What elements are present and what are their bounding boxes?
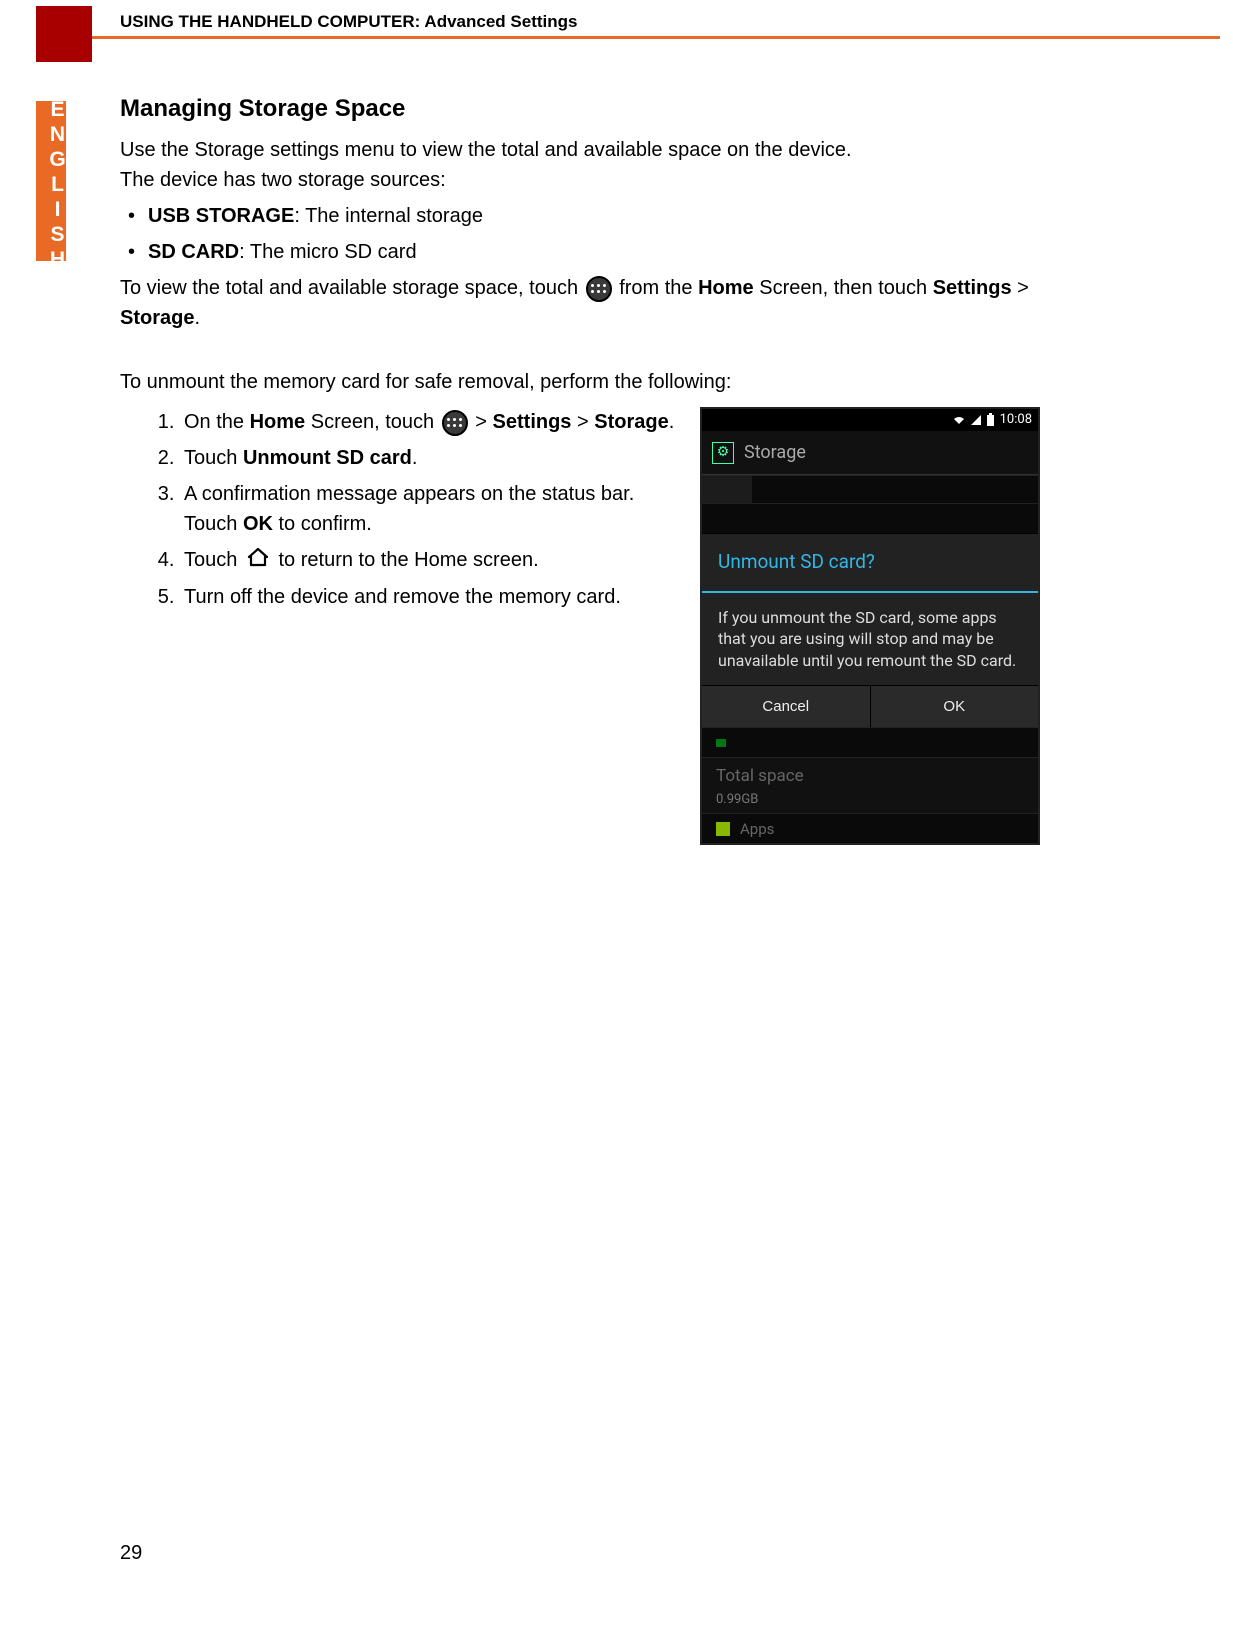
dialog-ok-button[interactable]: OK	[871, 686, 1039, 727]
signal-icon	[971, 415, 981, 425]
header-rule	[92, 36, 1220, 39]
step-item: Touch Unmount SD card.	[180, 443, 676, 473]
phone-apps-row: Apps	[702, 813, 1038, 843]
step-item: Touch to return to the Home screen.	[180, 545, 676, 576]
apps-icon	[586, 276, 612, 302]
unmount-intro: To unmount the memory card for safe remo…	[120, 367, 1040, 397]
step-item: On the Home Screen, touch > Settings > S…	[180, 407, 676, 437]
phone-page-header: ⚙ Storage	[702, 431, 1038, 475]
phone-time: 10:08	[1000, 410, 1032, 430]
dialog-body: If you unmount the SD card, some apps th…	[702, 593, 1038, 686]
phone-total-space-row: Total space 0.99GB	[702, 757, 1038, 813]
step-item: Turn off the device and remove the memor…	[180, 582, 676, 612]
phone-total-space-label: Total space	[716, 764, 1024, 790]
chapter-title: USING THE HANDHELD COMPUTER: Advanced Se…	[120, 12, 577, 32]
phone-apps-label: Apps	[740, 818, 774, 841]
wifi-icon	[953, 414, 965, 426]
nav-instruction: To view the total and available storage …	[120, 273, 1040, 333]
step-item: A confirmation message appears on the st…	[180, 479, 676, 539]
home-icon	[245, 546, 271, 576]
battery-icon	[987, 415, 994, 426]
phone-row-faded	[702, 503, 1038, 533]
storage-sources-list: USB STORAGE: The internal storage SD CAR…	[120, 201, 1040, 267]
settings-icon: ⚙	[712, 442, 734, 464]
phone-statusbar: 10:08	[702, 409, 1038, 431]
dialog-cancel-button[interactable]: Cancel	[702, 686, 871, 727]
header-accent-block	[36, 6, 92, 62]
list-item: SD CARD: The micro SD card	[148, 237, 1040, 267]
apps-icon	[442, 410, 468, 436]
phone-page-title: Storage	[744, 439, 806, 466]
dialog-title: Unmount SD card?	[702, 534, 1038, 593]
section-title: Managing Storage Space	[120, 91, 1040, 127]
steps-list: On the Home Screen, touch > Settings > S…	[120, 407, 676, 612]
phone-screenshot: 10:08 ⚙ Storage Unmount SD card? If you …	[700, 407, 1040, 845]
phone-dialog: Unmount SD card? If you unmount the SD c…	[702, 533, 1038, 727]
page-number: 29	[120, 1542, 142, 1565]
language-tab-label: ENGLISH	[47, 98, 66, 273]
body-text: Use the Storage settings menu to view th…	[120, 135, 1040, 195]
language-tab: ENGLISH	[36, 101, 66, 261]
phone-total-space-value: 0.99GB	[716, 790, 1024, 810]
list-item: USB STORAGE: The internal storage	[148, 201, 1040, 231]
phone-row	[702, 727, 1038, 757]
apps-color-chip	[716, 822, 730, 836]
storage-bar-segment	[716, 739, 726, 747]
